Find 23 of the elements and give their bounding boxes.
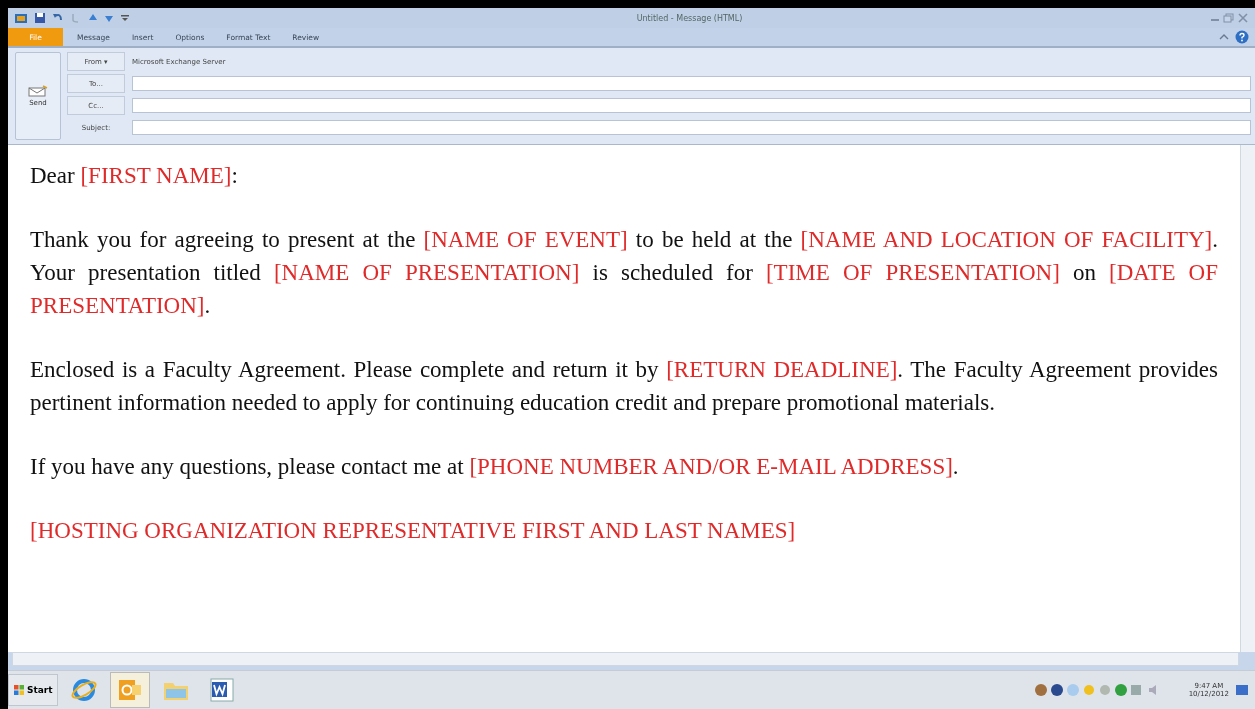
paragraph: Dear [FIRST NAME]: (30, 162, 239, 190)
start-button[interactable]: Start (8, 674, 58, 706)
vertical-scrollbar[interactable] (1240, 145, 1255, 652)
paragraph: Enclosed is a Faculty Agreement. Please complete and return it by [RETURN DEADLINE]. The Faculty Agreement provides pertinent information needed to apply for continuing education credit and prepare promotional materials. (30, 356, 1218, 417)
outlook-icon[interactable] (14, 12, 28, 24)
save-icon[interactable] (34, 12, 46, 24)
subject-field[interactable] (132, 120, 1251, 135)
window-title: Untitled - Message (HTML) (635, 13, 744, 23)
help-icon[interactable] (1235, 30, 1249, 44)
to-field[interactable] (132, 76, 1251, 91)
horizontal-scrollbar[interactable] (12, 652, 1239, 666)
envelope-icon (28, 85, 48, 97)
cc-field[interactable] (132, 98, 1251, 113)
customize-icon[interactable] (120, 12, 130, 24)
paragraph: Thank you for agreeing to present at the [NAME OF EVENT] to be held at the [NAME AND LOCATION OF FACILITY]. Your presentation titled [NAME OF PRESENTATION] is scheduled for [TIME OF PRESENTATION] on [DATE OF PRESENTATION]. (30, 226, 1218, 320)
collapse-caret-icon[interactable] (1219, 33, 1229, 41)
paragraph: If you have any questions, please contact me at [PHONE NUMBER AND/OR E-MAIL ADDRESS]. (30, 453, 960, 481)
restore-icon[interactable] (1223, 13, 1235, 23)
show-desktop-icon[interactable] (1235, 684, 1249, 696)
paragraph: [HOSTING ORGANIZATION REPRESENTATIVE FIRST AND LAST NAMES] (30, 517, 797, 545)
flag-icon (13, 684, 25, 696)
close-icon[interactable] (1237, 13, 1249, 23)
mail-taskbar-icon[interactable] (109, 672, 150, 708)
